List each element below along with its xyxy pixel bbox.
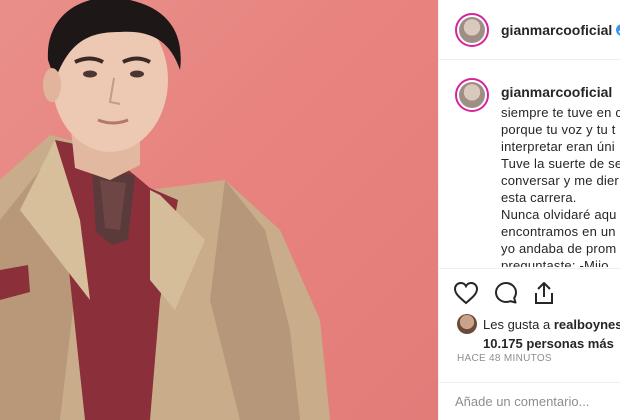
caption-line: esta carrera.: [501, 190, 577, 205]
post-header: gianmarcooficial: [439, 0, 620, 60]
caption-line: encontramos en un: [501, 224, 616, 239]
post-sidebar: gianmarcooficial gianmarcooficial siempr…: [438, 0, 620, 420]
share-icon[interactable]: [533, 281, 555, 305]
comment-input[interactable]: [455, 394, 620, 409]
liker-username[interactable]: realboynes: [554, 317, 620, 332]
post-timestamp[interactable]: HACE 48 MINUTOS: [457, 353, 552, 364]
caption-row: gianmarcooficial siempre te tuve en c po…: [439, 72, 620, 267]
caption-line: Nunca olvidaré aqu: [501, 207, 617, 222]
caption-text: siempre te tuve en c porque tu voz y tu …: [501, 104, 620, 267]
author-username[interactable]: gianmarcooficial: [501, 22, 612, 38]
verified-badge-icon: [616, 23, 620, 36]
caption-line: yo andaba de prom: [501, 241, 617, 256]
portrait-illustration: [0, 0, 330, 420]
add-comment-bar: [439, 382, 620, 420]
likes-row: Les gusta a realboynes: [457, 314, 620, 334]
post-photo[interactable]: [0, 0, 438, 420]
caption-body: gianmarcooficial siempre te tuve en c po…: [501, 72, 620, 267]
likes-section: Les gusta a realboynes 10.175 personas m…: [457, 314, 620, 351]
author-avatar[interactable]: [455, 12, 489, 47]
caption-username[interactable]: gianmarcooficial: [501, 84, 620, 100]
caption-line: preguntaste: -Mijo: [501, 258, 609, 267]
liker-avatar[interactable]: [457, 314, 477, 334]
comment-bubble-icon[interactable]: [494, 281, 518, 305]
heart-icon[interactable]: [453, 281, 479, 305]
caption-author-avatar[interactable]: [455, 78, 489, 112]
action-bar: [439, 268, 620, 316]
caption-line: interpretar eran úni: [501, 139, 615, 154]
caption-line: porque tu voz y tu t: [501, 122, 616, 137]
caption-line: conversar y me dier: [501, 173, 619, 188]
caption-line: Tuve la suerte de se: [501, 156, 620, 171]
likes-prefix: Les gusta a: [483, 316, 551, 332]
likes-count[interactable]: 10.175 personas más: [483, 336, 620, 351]
caption-section: gianmarcooficial siempre te tuve en c po…: [439, 72, 620, 267]
caption-line: siempre te tuve en c: [501, 105, 620, 120]
